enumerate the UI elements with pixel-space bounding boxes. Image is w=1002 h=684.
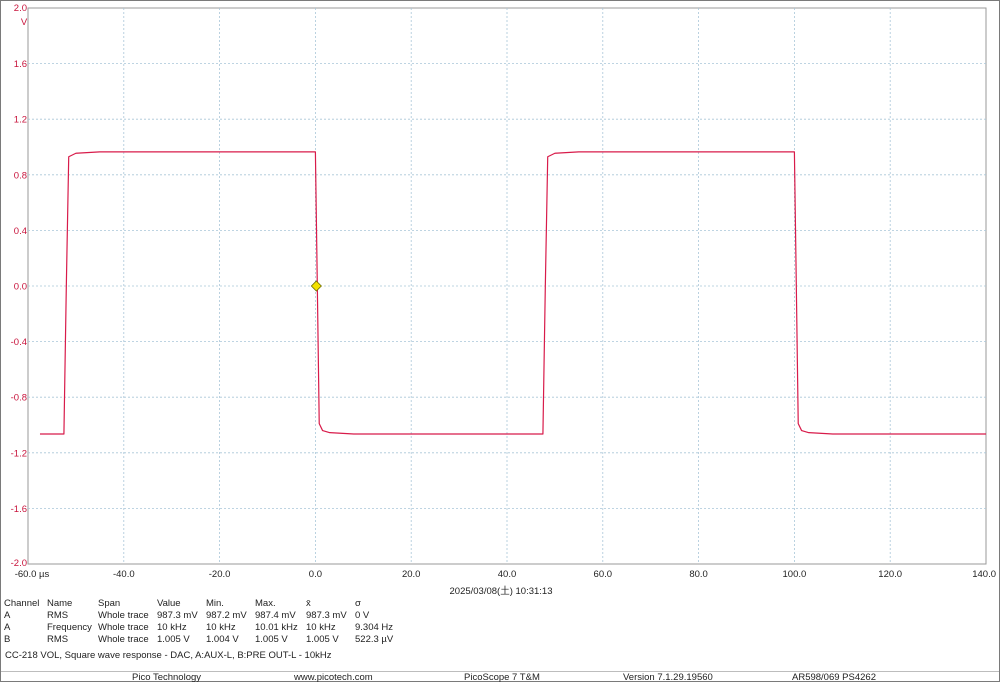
marker-layer [310, 280, 322, 292]
measurements-cell: 1.005 V [157, 634, 190, 645]
measurements-cell: 522.3 µV [355, 634, 394, 645]
measurements-cell: RMS [47, 610, 69, 621]
capture-caption: CC-218 VOL, Square wave response - DAC, … [5, 650, 332, 661]
measurements-cell: 10 kHz [306, 622, 336, 633]
measurements-cell: 10 kHz [157, 622, 187, 633]
measurements-header-row: Channel Name Span Value Min. Max. x̄ σ [0, 598, 1000, 610]
measurements-cell: 0 V [355, 610, 370, 621]
measurements-cell: 987.3 mV [306, 610, 347, 621]
y-axis-ticks: 2.0 1.6 1.2 0.8 0.4 0.0 -0.4 -0.8 -1.2 -1.6 -2.0 [11, 3, 27, 569]
x-tick-label: 80.0 [689, 569, 708, 580]
grid [27, 7, 987, 565]
measurements-cell: RMS [47, 634, 69, 645]
y-axis-unit: V [21, 17, 28, 28]
measurements-header-cell: Max. [255, 598, 276, 609]
y-tick-label: -2.0 [11, 558, 27, 569]
trigger-marker-icon [310, 280, 322, 292]
y-tick-label: 1.6 [14, 59, 27, 70]
x-axis-ticks: -60.0 µs -40.0 -20.0 0.0 20.0 40.0 60.0 80.0 100… [15, 569, 996, 580]
measurements-header-cell: Channel [4, 598, 40, 609]
measurements-cell: A [4, 610, 11, 621]
measurements-cell: Whole trace [98, 610, 149, 621]
trace-line [39, 151, 986, 435]
y-tick-label: 1.2 [14, 115, 27, 126]
measurements-cell: 9.304 Hz [355, 622, 394, 633]
measurements-cell: 987.3 mV [157, 610, 198, 621]
measurements-cell: 1.004 V [206, 634, 239, 645]
measurements-header-cell: Name [47, 598, 73, 609]
x-tick-label: -40.0 [113, 569, 135, 580]
oscilloscope-chart: 2.0 1.6 1.2 0.8 0.4 0.0 -0.4 -0.8 -1.2 -1.6 -2.0 -… [11, 3, 996, 580]
x-tick-label: -60.0 µs [15, 569, 50, 580]
footer-device: AR598/069 PS4262 [792, 672, 876, 683]
y-tick-label: 0.4 [14, 226, 27, 237]
measurements-header-cell: Span [98, 598, 121, 609]
measurements-cell: 10.01 kHz [255, 622, 298, 633]
measurements-cell: 1.005 V [255, 634, 288, 645]
measurements-cell: Frequency [47, 622, 92, 633]
y-tick-label: -0.4 [11, 337, 27, 348]
y-tick-label: -1.6 [11, 504, 27, 515]
measurements-cell: 1.005 V [306, 634, 339, 645]
capture-timestamp: 2025/03/08(土) 10:31:13 [449, 586, 553, 597]
footer-version: Version 7.1.29.19560 [623, 672, 713, 683]
x-tick-label: 120.0 [878, 569, 902, 580]
measurements-header-cell: x̄ [306, 598, 311, 609]
x-tick-label: 60.0 [594, 569, 613, 580]
measurements-cell: 987.2 mV [206, 610, 247, 621]
footer-product: PicoScope 7 T&M [464, 672, 540, 683]
x-tick-label: 40.0 [498, 569, 517, 580]
x-tick-label: -20.0 [209, 569, 231, 580]
measurements-header-cell: Value [157, 598, 181, 609]
x-tick-label: 100.0 [783, 569, 807, 580]
x-tick-label: 0.0 [309, 569, 322, 580]
y-tick-label: -1.2 [11, 448, 27, 459]
measurements-header-cell: σ [355, 598, 361, 609]
y-tick-label: -0.8 [11, 393, 27, 404]
measurements-row[interactable]: A RMS Whole trace 987.3 mV 987.2 mV 987.4 mV 9… [0, 610, 1000, 622]
measurements-cell: B [4, 634, 11, 645]
trace-layer [39, 151, 986, 435]
y-tick-label: 0.0 [14, 282, 27, 293]
measurements-cell: 10 kHz [206, 622, 236, 633]
measurements-row[interactable]: A Frequency Whole trace 10 kHz 10 kHz 10.01 k… [0, 622, 1000, 634]
measurements-cell: A [4, 622, 11, 633]
footer-website[interactable]: www.picotech.com [294, 672, 373, 684]
y-tick-label: 2.0 [14, 3, 27, 14]
x-tick-label: 20.0 [402, 569, 421, 580]
measurements-cell: Whole trace [98, 622, 149, 633]
status-footer: Pico Technology www.picotech.com PicoSco… [1, 671, 999, 684]
measurements-header-cell: Min. [206, 598, 224, 609]
measurements-cell: 987.4 mV [255, 610, 296, 621]
measurements-row[interactable]: B RMS Whole trace 1.005 V 1.004 V 1.005 V 1.00… [0, 634, 1000, 646]
measurements-cell: Whole trace [98, 634, 149, 645]
footer-company: Pico Technology [132, 672, 202, 683]
measurements-table: Channel Name Span Value Min. Max. x̄ σ A RMS Whole… [0, 598, 1000, 648]
x-tick-label: 140.0 [972, 569, 996, 580]
y-tick-label: 0.8 [14, 170, 27, 181]
